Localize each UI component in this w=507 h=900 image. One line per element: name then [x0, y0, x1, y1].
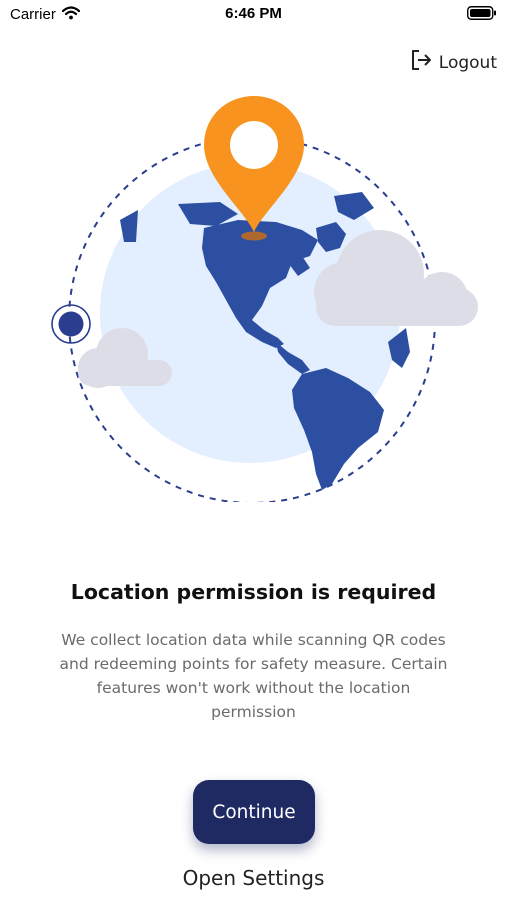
open-settings-link[interactable]: Open Settings: [0, 866, 507, 890]
orbit-planet: [58, 311, 84, 337]
logout-button[interactable]: Logout: [405, 46, 501, 79]
globe-illustration: [51, 96, 478, 502]
logout-label: Logout: [438, 52, 497, 73]
page-title: Location permission is required: [70, 580, 437, 604]
status-bar: Carrier 6:46 PM: [0, 0, 507, 30]
battery-icon: [467, 6, 497, 25]
status-time: 6:46 PM: [225, 5, 282, 22]
logout-icon: [409, 48, 433, 77]
permission-description: We collect location data while scanning …: [59, 631, 448, 721]
continue-button[interactable]: Continue: [193, 780, 315, 844]
